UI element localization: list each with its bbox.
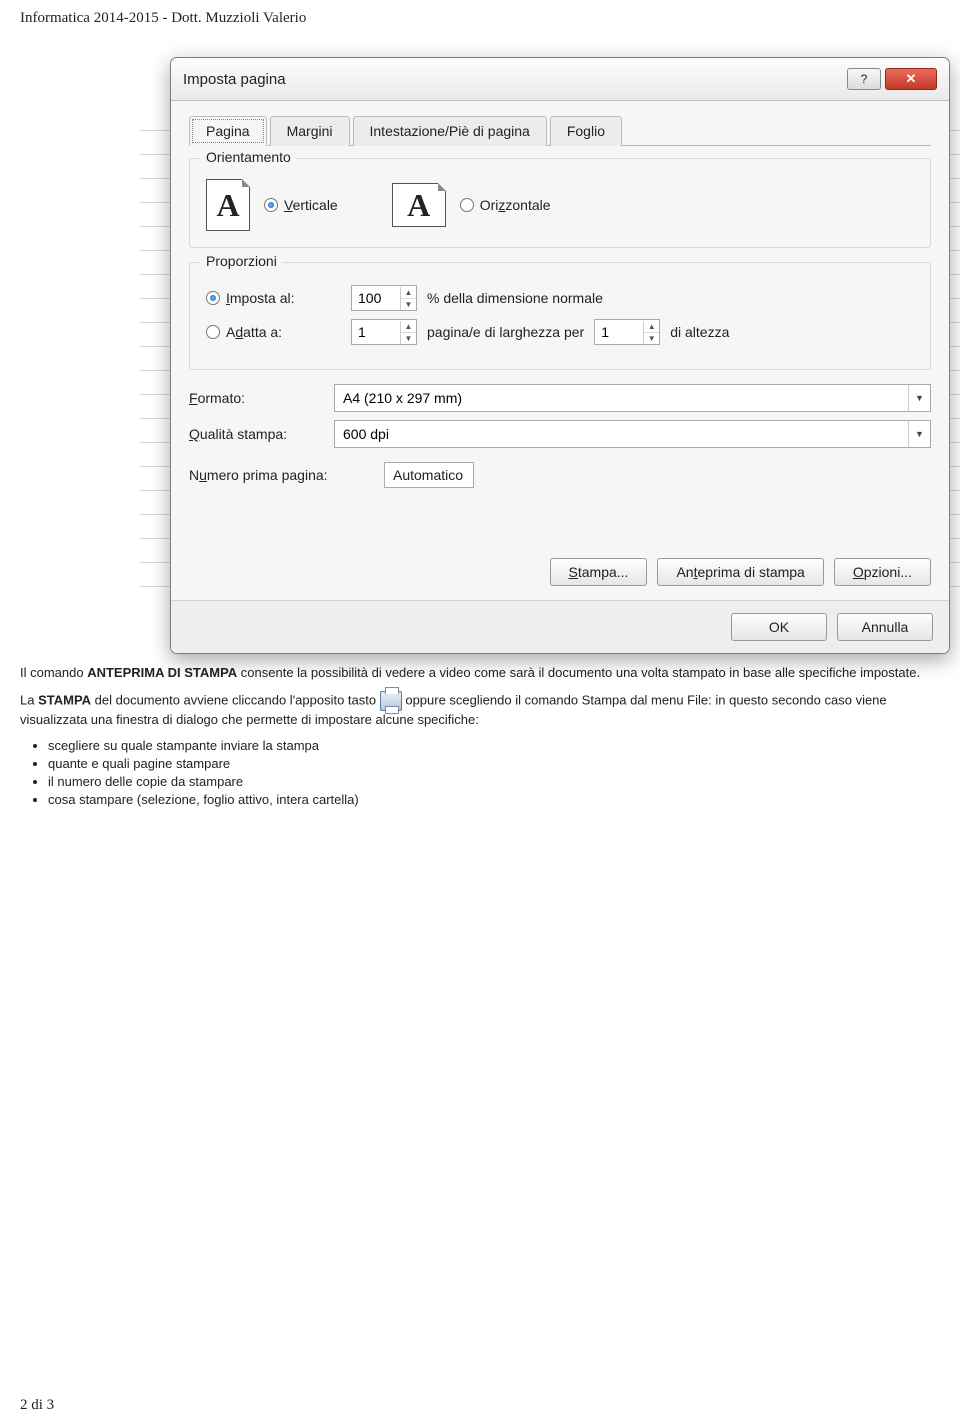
- list-item: scegliere su quale stampante inviare la …: [48, 738, 940, 753]
- dialog-titlebar: Imposta pagina ? ✕: [171, 58, 949, 101]
- dialog-title: Imposta pagina: [183, 71, 843, 88]
- list-item: il numero delle copie da stampare: [48, 774, 940, 789]
- preview-button[interactable]: Anteprima di stampa: [657, 558, 823, 586]
- cancel-button[interactable]: Annulla: [837, 613, 933, 641]
- radio-checked-icon: [206, 291, 220, 305]
- fit-tall-value[interactable]: [595, 321, 643, 343]
- orientation-legend: Orientamento: [200, 149, 297, 165]
- spin-arrows-icon[interactable]: ▲▼: [400, 287, 416, 310]
- adjust-spinbox[interactable]: ▲▼: [351, 285, 417, 311]
- chevron-down-icon[interactable]: ▼: [908, 385, 930, 411]
- print-quality-combo[interactable]: ▼: [334, 420, 931, 448]
- fit-wide-suffix: pagina/e di larghezza per: [427, 324, 584, 340]
- orientation-group: Orientamento A Verticale A Orizzontale: [189, 158, 931, 248]
- fit-wide-spinbox[interactable]: ▲▼: [351, 319, 417, 345]
- close-button[interactable]: ✕: [885, 68, 937, 90]
- spin-arrows-icon[interactable]: ▲▼: [400, 321, 416, 344]
- adjust-radio[interactable]: Imposta al:: [206, 290, 341, 306]
- scaling-group: Proporzioni Imposta al: ▲▼ % della dimen…: [189, 262, 931, 370]
- portrait-radio[interactable]: Verticale: [264, 197, 338, 213]
- tab-margini[interactable]: Margini: [270, 116, 350, 146]
- paragraph-1: Il comando ANTEPRIMA DI STAMPA consente …: [20, 664, 940, 683]
- print-quality-label: Qualità stampa:: [189, 426, 324, 442]
- dialog-footer: OK Annulla: [171, 600, 949, 653]
- radio-unchecked-icon: [206, 325, 220, 339]
- tab-intestazione[interactable]: Intestazione/Piè di pagina: [353, 116, 547, 146]
- paragraph-2: La STAMPA del documento avviene cliccand…: [20, 691, 940, 730]
- help-button[interactable]: ?: [847, 68, 881, 90]
- fit-tall-suffix: di altezza: [670, 324, 729, 340]
- fit-wide-value[interactable]: [352, 321, 400, 343]
- print-button[interactable]: Stampa...: [550, 558, 648, 586]
- paper-size-combo[interactable]: ▼: [334, 384, 931, 412]
- tab-foglio[interactable]: Foglio: [550, 116, 622, 146]
- adjust-value[interactable]: [352, 287, 400, 309]
- bullet-list: scegliere su quale stampante inviare la …: [48, 738, 940, 807]
- landscape-label: Orizzontale: [480, 197, 551, 213]
- paper-size-value[interactable]: [335, 386, 908, 410]
- spin-arrows-icon[interactable]: ▲▼: [643, 321, 659, 344]
- dialog-body: Pagina Margini Intestazione/Piè di pagin…: [171, 101, 949, 600]
- fit-tall-spinbox[interactable]: ▲▼: [594, 319, 660, 345]
- portrait-icon: A: [206, 179, 250, 231]
- fit-label: Adatta a:: [226, 324, 282, 340]
- tab-pagina[interactable]: Pagina: [189, 116, 267, 146]
- scaling-legend: Proporzioni: [200, 253, 283, 269]
- first-page-value[interactable]: Automatico: [384, 462, 474, 488]
- ok-button[interactable]: OK: [731, 613, 827, 641]
- list-item: cosa stampare (selezione, foglio attivo,…: [48, 792, 940, 807]
- adjust-label: Imposta al:: [226, 290, 294, 306]
- print-quality-value[interactable]: [335, 422, 908, 446]
- landscape-radio[interactable]: Orizzontale: [460, 197, 551, 213]
- portrait-label: Verticale: [284, 197, 338, 213]
- options-button[interactable]: Opzioni...: [834, 558, 931, 586]
- tab-bar: Pagina Margini Intestazione/Piè di pagin…: [189, 115, 931, 146]
- chevron-down-icon[interactable]: ▼: [908, 421, 930, 447]
- radio-unchecked-icon: [460, 198, 474, 212]
- first-page-label: Numero prima pagina:: [189, 467, 374, 483]
- fit-radio[interactable]: Adatta a:: [206, 324, 341, 340]
- radio-checked-icon: [264, 198, 278, 212]
- landscape-icon: A: [392, 183, 446, 227]
- page-footer: 2 di 3: [20, 1397, 54, 1414]
- dialog-screenshot: Imposta pagina ? ✕ Pagina Margini Intest…: [170, 57, 950, 654]
- page-setup-dialog: Imposta pagina ? ✕ Pagina Margini Intest…: [170, 57, 950, 654]
- paper-size-label: Formato:: [189, 390, 324, 406]
- adjust-suffix: % della dimensione normale: [427, 290, 603, 306]
- page-header: Informatica 2014-2015 - Dott. Muzzioli V…: [20, 10, 940, 27]
- printer-icon: [380, 691, 402, 711]
- list-item: quante e quali pagine stampare: [48, 756, 940, 771]
